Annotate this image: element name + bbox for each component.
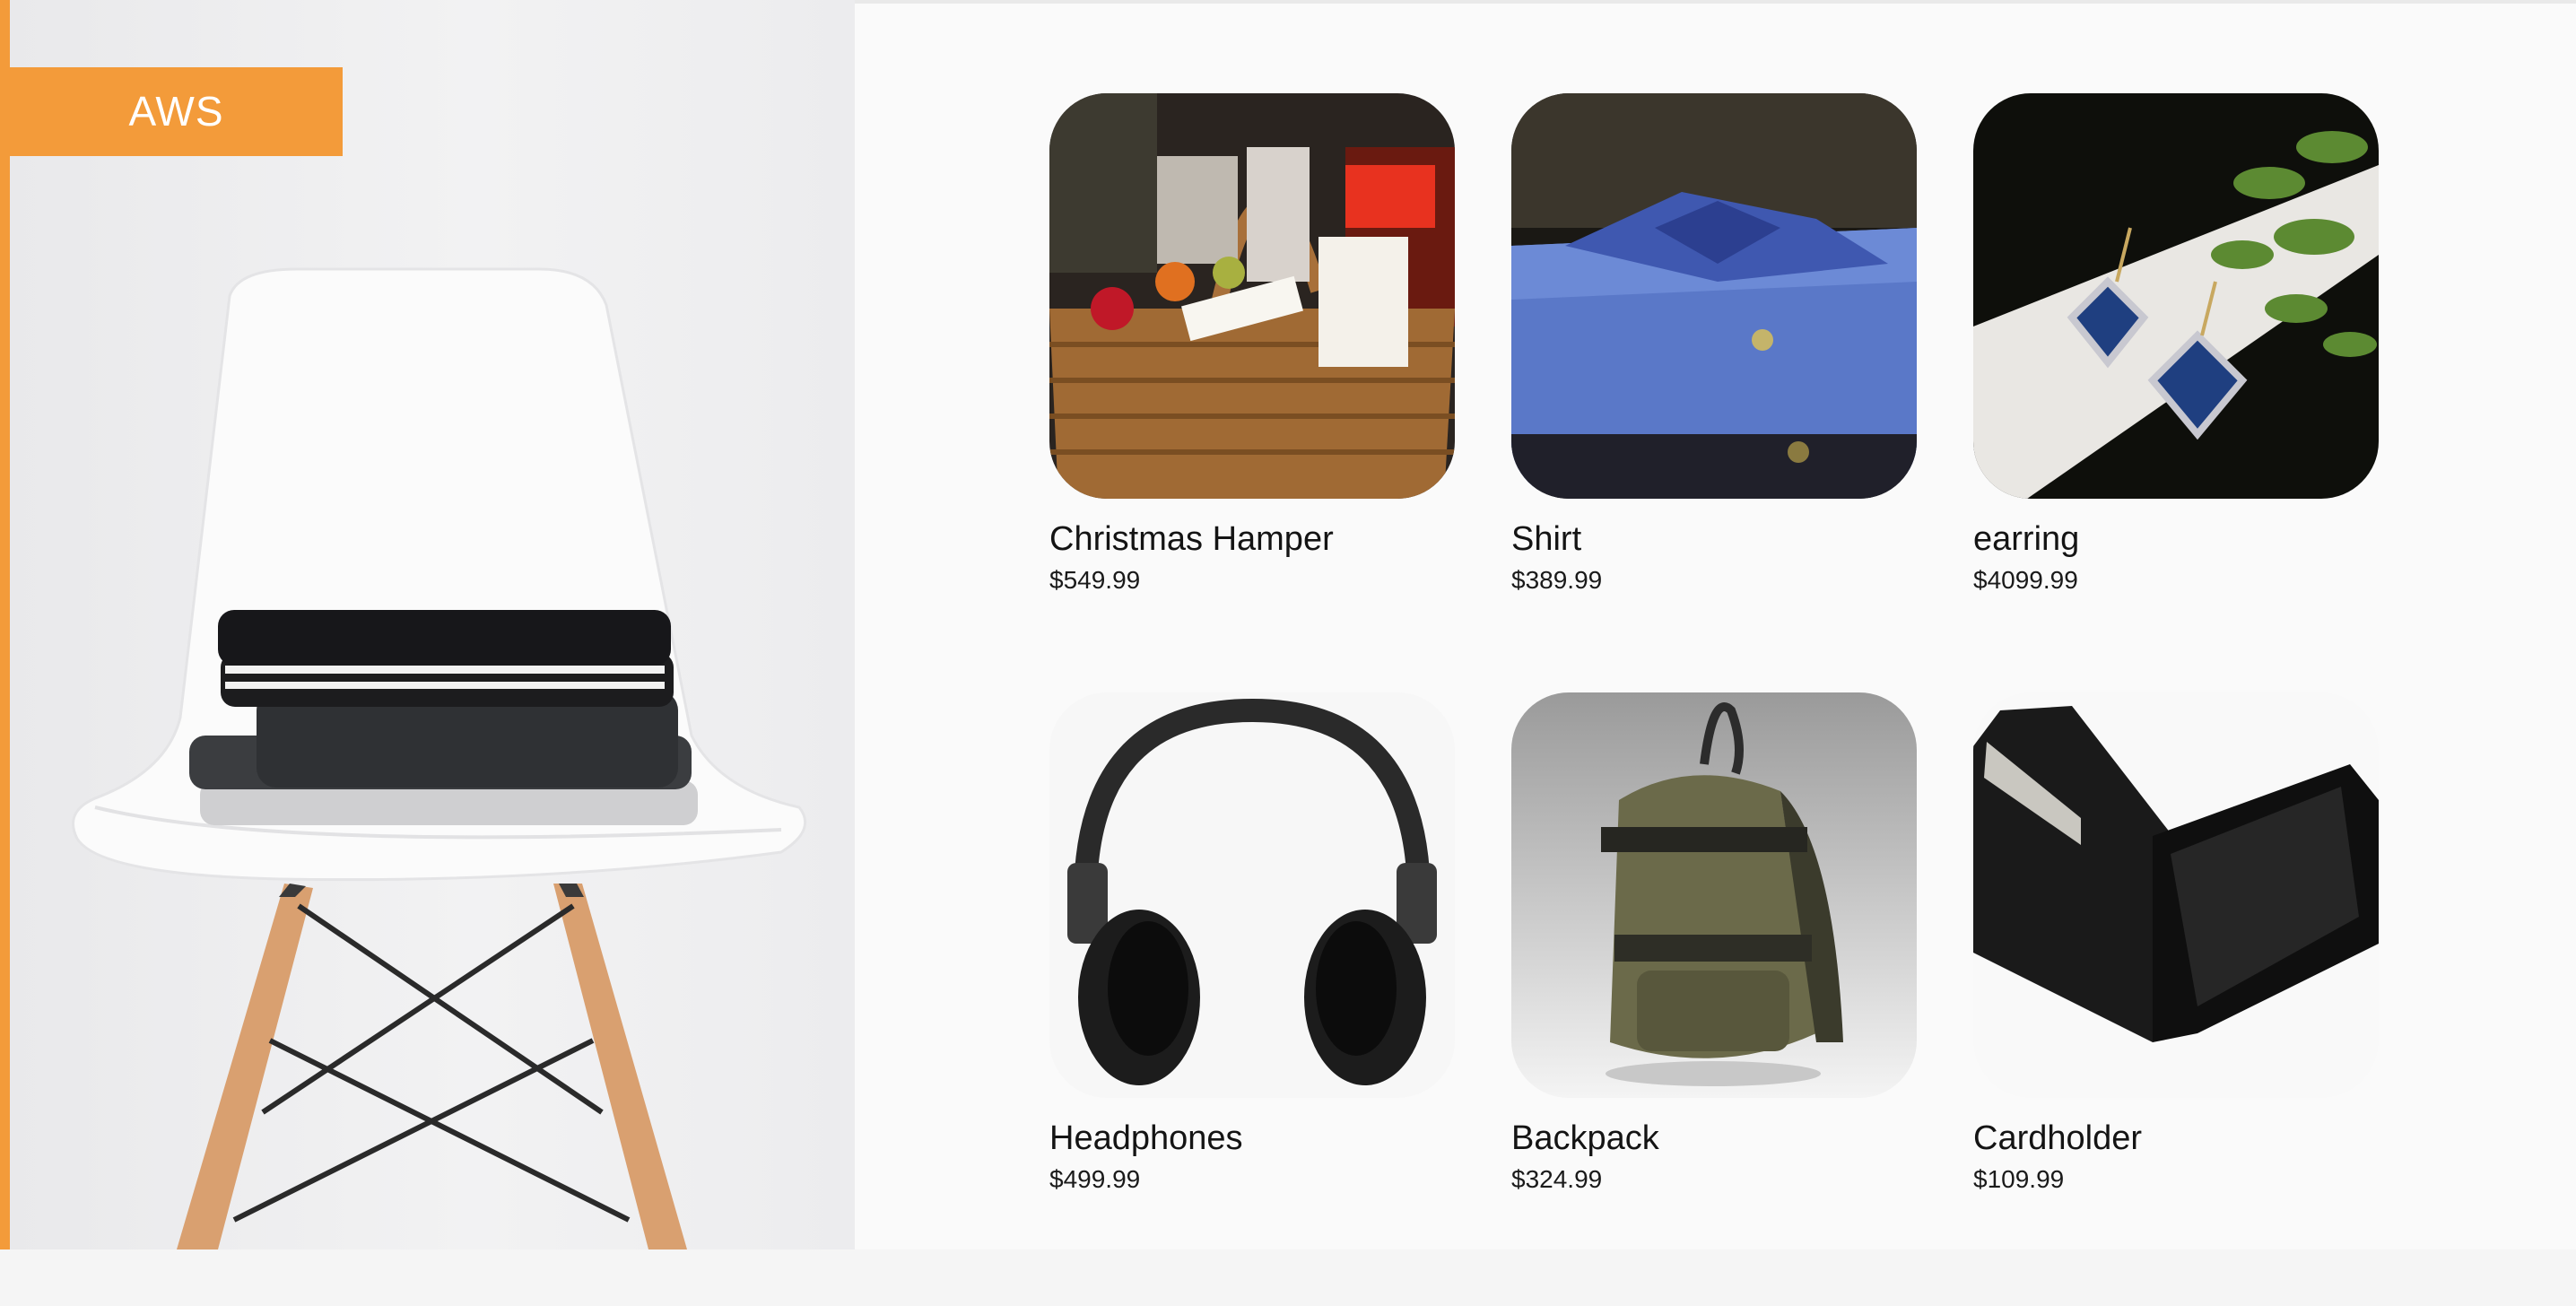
brand-badge[interactable]: AWS (10, 67, 343, 156)
product-card[interactable]: Backpack $324.99 (1511, 692, 1917, 1195)
hero-image: AWS (10, 0, 855, 1249)
product-price: $109.99 (1973, 1165, 2065, 1193)
gift-basket-image[interactable] (1049, 93, 1455, 499)
product-card[interactable]: Cardholder $109.99 (1973, 692, 2379, 1195)
product-name[interactable]: Headphones (1049, 1118, 1455, 1159)
product-name[interactable]: Shirt (1511, 518, 1917, 560)
page-footer-strip (0, 1249, 2576, 1306)
product-name[interactable]: Christmas Hamper (1049, 518, 1455, 560)
headphones-image[interactable] (1049, 692, 1455, 1098)
product-price: $389.99 (1511, 566, 1603, 594)
accent-bar (0, 0, 10, 1249)
blue-shirt-image[interactable] (1511, 93, 1917, 499)
product-card[interactable]: earring $4099.99 (1973, 93, 2379, 596)
product-card[interactable]: Shirt $389.99 (1511, 93, 1917, 596)
cardholder-image[interactable] (1973, 692, 2379, 1098)
product-price: $4099.99 (1973, 566, 2078, 594)
product-name[interactable]: earring (1973, 518, 2379, 560)
product-price: $324.99 (1511, 1165, 1603, 1193)
product-price: $499.99 (1049, 1165, 1141, 1193)
product-name[interactable]: Cardholder (1973, 1118, 2379, 1159)
backpack-image[interactable] (1511, 692, 1917, 1098)
product-card[interactable]: Headphones $499.99 (1049, 692, 1455, 1195)
product-card[interactable]: Christmas Hamper $549.99 (1049, 93, 1455, 596)
earrings-image[interactable] (1973, 93, 2379, 499)
product-price: $549.99 (1049, 566, 1141, 594)
product-name[interactable]: Backpack (1511, 1118, 1917, 1159)
